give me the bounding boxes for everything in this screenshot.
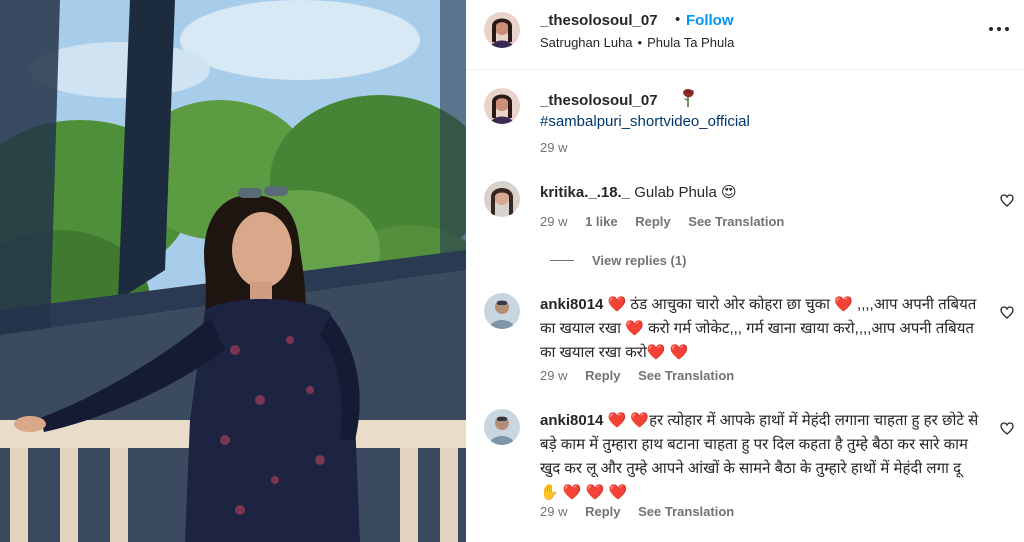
see-translation-button[interactable]: See Translation <box>688 214 784 229</box>
author-avatar[interactable] <box>484 12 520 48</box>
audio-separator: • <box>637 35 643 50</box>
comment-like-count[interactable]: 1 like <box>585 214 618 229</box>
reply-button[interactable]: Reply <box>635 214 670 229</box>
view-replies-button[interactable]: View replies (1) <box>550 253 686 268</box>
view-replies-label[interactable]: View replies (1) <box>592 253 686 268</box>
post-details-panel: _thesolosoul_07 • Follow Satrughan Luha •… <box>466 0 1024 542</box>
comment-username[interactable]: anki8014 <box>540 412 603 429</box>
comment-text-block: anki8014 ❤️ ठंड आचुका चारो ओर कोहरा छा च… <box>540 293 980 365</box>
comment-timestamp[interactable]: 29 w <box>540 214 567 229</box>
heart-outline-icon[interactable] <box>1000 194 1014 207</box>
commenter-avatar[interactable] <box>484 409 520 445</box>
audio-artist[interactable]: Satrughan Luha <box>540 35 633 50</box>
caption-author-avatar[interactable] <box>484 88 520 124</box>
heart-outline-icon[interactable] <box>1000 422 1014 435</box>
comment-text: ❤️ ठंड आचुका चारो ओर कोहरा छा चुका ❤️ ,,… <box>540 296 977 361</box>
comment-text: ❤️ ❤️हर त्योहार में आपके हाथों में मेहंद… <box>540 412 979 501</box>
post-video-frame <box>0 0 466 542</box>
comment-text: Gulab Phula 😍 <box>634 184 737 201</box>
see-translation-button[interactable]: See Translation <box>638 368 734 383</box>
author-username[interactable]: _thesolosoul_07 <box>540 12 658 29</box>
commenter-avatar[interactable] <box>484 181 520 217</box>
comment-timestamp[interactable]: 29 w <box>540 368 567 383</box>
caption-hashtag[interactable]: #sambalpuri_shortvideo_official <box>540 113 750 130</box>
comment-timestamp[interactable]: 29 w <box>540 504 567 519</box>
commenter-avatar[interactable] <box>484 293 520 329</box>
caption-username[interactable]: _thesolosoul_07 <box>540 92 658 109</box>
caption-timestamp[interactable]: 29 w <box>540 140 567 155</box>
post-header: _thesolosoul_07 • Follow Satrughan Luha •… <box>466 0 1024 70</box>
comment-username[interactable]: anki8014 <box>540 296 603 313</box>
comment-meta: 29 w Reply See Translation <box>540 504 748 519</box>
audio-info[interactable]: Satrughan Luha • Phula Ta Phula <box>540 35 734 50</box>
wilted-rose-icon <box>683 89 694 107</box>
audio-title[interactable]: Phula Ta Phula <box>647 35 734 50</box>
comment-meta: 29 w 1 like Reply See Translation <box>540 214 798 229</box>
reply-button[interactable]: Reply <box>585 504 620 519</box>
comment-text-block: anki8014 ❤️ ❤️हर त्योहार में आपके हाथों … <box>540 409 980 505</box>
follow-button[interactable]: Follow <box>686 12 734 29</box>
separator-dot: • <box>675 11 681 28</box>
more-options-icon[interactable] <box>988 24 1010 34</box>
reply-button[interactable]: Reply <box>585 368 620 383</box>
view-replies-line <box>550 260 574 261</box>
comment-username[interactable]: kritika._.18._ <box>540 184 630 201</box>
post-media[interactable] <box>0 0 466 542</box>
see-translation-button[interactable]: See Translation <box>638 504 734 519</box>
comment-text-block: kritika._.18._ Gulab Phula 😍 <box>540 181 980 205</box>
comment-meta: 29 w Reply See Translation <box>540 368 748 383</box>
heart-outline-icon[interactable] <box>1000 306 1014 319</box>
